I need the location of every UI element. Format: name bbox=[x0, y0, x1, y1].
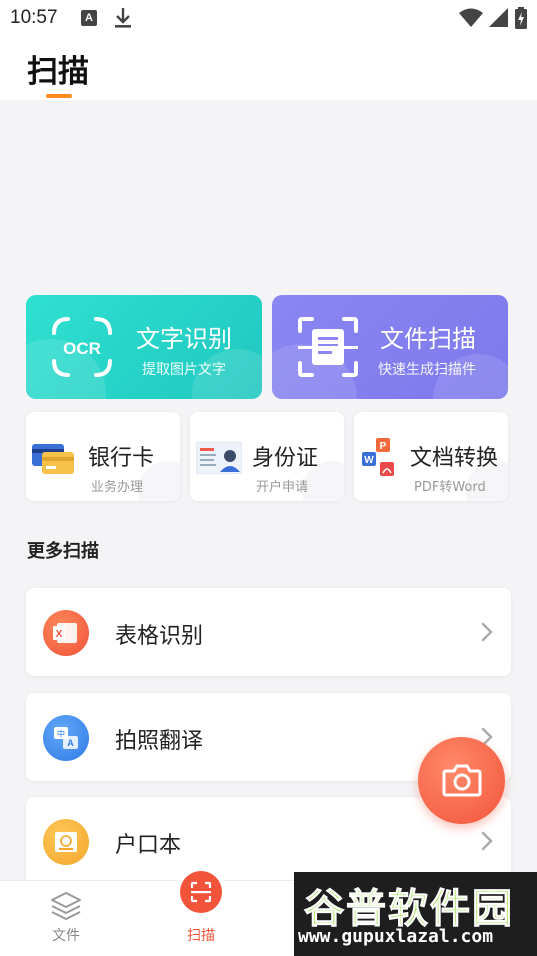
chevron-right-icon bbox=[481, 622, 493, 642]
ocr-card-subtitle: 提取图片文字 bbox=[142, 362, 226, 378]
camera-fab-button[interactable] bbox=[418, 737, 505, 824]
translate-icon: 中 A bbox=[43, 715, 89, 761]
document-scan-icon bbox=[298, 317, 358, 377]
notification-a-icon: A bbox=[81, 10, 97, 26]
download-icon bbox=[115, 8, 131, 28]
svg-text:W: W bbox=[364, 455, 374, 466]
list-item-label: 拍照翻译 bbox=[115, 729, 204, 754]
doc-convert-card[interactable]: P W 文档转换 PDF转Word bbox=[354, 412, 508, 501]
list-item-label: 表格识别 bbox=[115, 624, 204, 649]
file-scan-card[interactable]: 文件扫描 快速生成扫描件 bbox=[272, 295, 508, 399]
wifi-icon bbox=[459, 8, 483, 27]
svg-text:P: P bbox=[380, 441, 387, 452]
status-time: 10:57 bbox=[10, 7, 58, 28]
ocr-icon-text: OCR bbox=[63, 339, 101, 358]
ocr-icon: OCR bbox=[52, 317, 112, 377]
bank-card-card[interactable]: 银行卡 业务办理 bbox=[26, 412, 180, 501]
bank-card-icon bbox=[32, 444, 74, 474]
list-item-table-recognition[interactable]: X 表格识别 bbox=[26, 588, 511, 676]
ocr-card-title: 文字识别 bbox=[136, 325, 232, 353]
status-bar: 10:57 A bbox=[0, 0, 537, 38]
household-book-icon bbox=[43, 819, 89, 865]
layers-icon bbox=[51, 892, 81, 920]
doc-convert-subtitle: PDF转Word bbox=[414, 480, 486, 495]
title-underline bbox=[46, 94, 72, 98]
bank-card-subtitle: 业务办理 bbox=[91, 480, 144, 495]
chevron-right-icon bbox=[481, 831, 493, 851]
page-title: 扫描 bbox=[27, 54, 89, 90]
watermark-logo: 谷普软件园 www.gupuxlazal.com bbox=[294, 872, 537, 956]
scan-tab-button[interactable] bbox=[180, 871, 222, 913]
tab-files[interactable]: 文件 bbox=[21, 881, 111, 956]
scan-icon bbox=[190, 881, 212, 903]
ocr-card[interactable]: OCR 文字识别 提取图片文字 bbox=[26, 295, 262, 399]
battery-icon bbox=[515, 7, 527, 29]
watermark-url: www.gupuxlazal.com bbox=[298, 926, 494, 947]
tab-files-label: 文件 bbox=[52, 928, 80, 944]
svg-text:中: 中 bbox=[57, 729, 65, 739]
camera-icon bbox=[442, 764, 482, 797]
more-scan-heading: 更多扫描 bbox=[27, 541, 99, 562]
list-item-label: 户口本 bbox=[115, 833, 182, 858]
id-card-icon bbox=[196, 442, 242, 474]
file-scan-card-subtitle: 快速生成扫描件 bbox=[378, 362, 476, 378]
file-scan-card-title: 文件扫描 bbox=[380, 325, 476, 353]
tab-scan-label: 扫描 bbox=[187, 928, 215, 944]
signal-icon bbox=[489, 8, 508, 27]
id-card-title: 身份证 bbox=[252, 446, 319, 471]
header: 扫描 bbox=[0, 38, 537, 100]
id-card-subtitle: 开户申请 bbox=[256, 480, 309, 495]
excel-icon: X bbox=[43, 610, 89, 656]
id-card-card[interactable]: 身份证 开户申请 bbox=[190, 412, 344, 501]
svg-text:X: X bbox=[56, 629, 63, 640]
doc-convert-title: 文档转换 bbox=[410, 446, 499, 471]
svg-text:A: A bbox=[67, 738, 74, 748]
document-convert-icon: P W bbox=[362, 438, 394, 476]
bank-card-title: 银行卡 bbox=[88, 446, 155, 471]
